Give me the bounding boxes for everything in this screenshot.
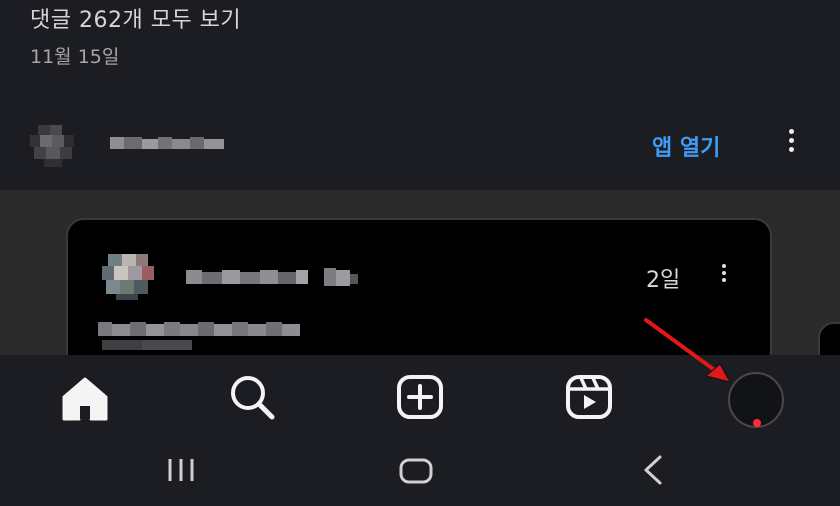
system-navigation-bar [0,435,840,506]
post-time-ago: 2일 [646,268,681,293]
embedded-post-card[interactable]: 2일 [66,218,772,355]
next-post-header: 앱 열기 [0,115,840,175]
blurred-avatar[interactable] [96,250,160,302]
bottom-navigation-bar [0,355,840,435]
back-chevron-icon[interactable] [638,453,668,487]
more-vertical-icon[interactable] [719,264,729,288]
blurred-caption [98,322,300,350]
embedded-post-area: 2일 [0,190,840,355]
recents-icon[interactable] [162,455,202,485]
search-icon[interactable] [226,371,278,423]
home-icon[interactable] [60,375,110,421]
home-outline-icon[interactable] [396,457,438,485]
blurred-username[interactable] [110,133,230,153]
create-plus-icon[interactable] [394,371,446,423]
open-app-button[interactable]: 앱 열기 [652,130,720,162]
more-vertical-icon[interactable] [784,129,798,159]
blurred-username[interactable] [186,266,362,288]
blurred-avatar[interactable] [22,121,86,169]
adjacent-card-edge [818,322,840,355]
notification-dot [753,419,761,427]
view-all-comments-link[interactable]: 댓글 262개 모두 보기 [30,2,241,34]
reels-icon[interactable] [563,371,615,423]
post-footer: 댓글 262개 모두 보기 11월 15일 앱 열기 [0,0,840,190]
post-date: 11월 15일 [30,46,120,68]
